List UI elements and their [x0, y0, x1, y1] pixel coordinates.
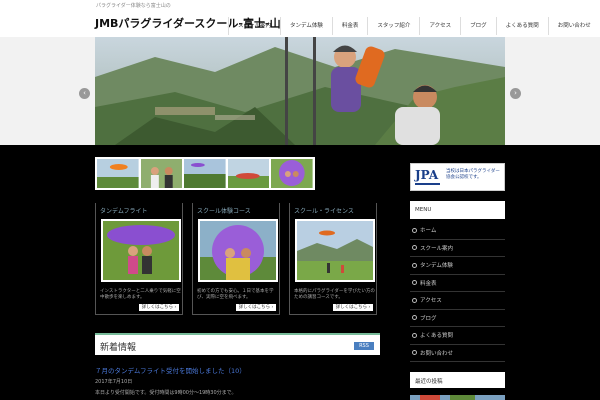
jpa-logo: JPA	[415, 168, 439, 182]
sidebar-menu-item[interactable]: アクセス	[410, 292, 505, 310]
circle-bullet-icon	[412, 262, 417, 268]
sidebar-menu-item[interactable]: よくある質問	[410, 327, 505, 345]
sidebar-menu-label: スクール案内	[420, 245, 454, 252]
thumbnail-strip	[95, 157, 315, 190]
feature-box-license: スクール・ライセンス 本格的にパラグライダーを学びたい方のための講習コースです。…	[289, 203, 377, 315]
nav-item[interactable]: タンデム体験	[280, 17, 332, 35]
circle-bullet-icon	[412, 315, 417, 321]
circle-bullet-icon	[412, 332, 417, 338]
sidebar-menu-item[interactable]: 料金表	[410, 275, 505, 292]
rss-button[interactable]: RSS	[354, 342, 374, 350]
site-header: パラグライダー体験なら富士山の JMBパラグライダースクール-富士-山 スクール…	[0, 0, 600, 37]
circle-bullet-icon	[412, 245, 417, 251]
feature-image[interactable]	[295, 219, 375, 282]
thumbnail-image[interactable]	[271, 159, 313, 188]
sidebar-menu-label: ホーム	[420, 228, 437, 235]
jpa-banner[interactable]: JPA 当校は日本パラグライダー協会公認校です。	[410, 163, 505, 191]
feature-text: 初めての方でも安心。１日で基本を学び、実際に空を飛べます。	[197, 289, 274, 300]
circle-bullet-icon	[412, 297, 417, 303]
sidebar-menu-item[interactable]: ブログ	[410, 310, 505, 327]
thumbnail-image[interactable]	[140, 159, 183, 188]
menu-header: MENU	[410, 201, 505, 219]
sidebar-menu-item[interactable]: ホーム	[410, 222, 505, 240]
feature-title[interactable]: タンデムフライト	[100, 206, 148, 215]
news-post-date: 2017年7月10日	[95, 379, 133, 385]
sidebar-menu-item[interactable]: スクール案内	[410, 240, 505, 257]
jpa-logo-underline	[415, 183, 440, 185]
recent-posts-title: 最近の投稿	[415, 379, 443, 385]
feature-more-button[interactable]: 詳しくはこちら ›	[236, 304, 276, 311]
news-post-excerpt: 本日より受付開始です。受付時間は9時00分～19時30分まで。	[95, 390, 237, 396]
recent-posts-header: 最近の投稿	[410, 372, 505, 388]
site-tagline: パラグライダー体験なら富士山の	[96, 3, 171, 9]
thumbnail-image[interactable]	[184, 159, 226, 188]
thumbnail-image[interactable]	[97, 159, 139, 188]
thumbnail-image[interactable]	[227, 159, 270, 188]
sidebar-menu-item[interactable]: お問い合わせ	[410, 345, 505, 362]
sidebar-menu-label: お問い合わせ	[420, 350, 454, 357]
feature-image[interactable]	[101, 219, 181, 282]
sidebar-menu-label: アクセス	[420, 298, 442, 305]
news-title: 新着情報	[100, 343, 137, 353]
nav-item[interactable]: よくある質問	[495, 17, 548, 35]
sidebar-menu-label: よくある質問	[420, 333, 454, 340]
sidebar-menu: ホーム スクール案内 タンデム体験 料金表 アクセス ブログ よくある質問 お問…	[410, 222, 505, 362]
nav-item[interactable]: ブログ	[460, 17, 496, 35]
sidebar-menu-item[interactable]: タンデム体験	[410, 257, 505, 275]
sidebar-menu-label: タンデム体験	[420, 263, 453, 270]
main-nav: スクール案内 タンデム体験 料金表 スタッフ紹介 アクセス ブログ よくある質問…	[228, 17, 600, 35]
feature-box-tandem: タンデムフライト インストラクターと二人乗りで気軽に空中散歩を楽しめます。 詳し…	[95, 203, 183, 315]
feature-title[interactable]: スクール・ライセンス	[294, 206, 354, 215]
jpa-caption: 当校は日本パラグライダー協会公認校です。	[446, 169, 500, 180]
feature-more-button[interactable]: 詳しくはこちら ›	[333, 304, 373, 311]
feature-box-school: スクール体験コース 初めての方でも安心。１日で基本を学び、実際に空を飛べます。 …	[192, 203, 280, 315]
nav-item[interactable]: お問い合わせ	[547, 17, 600, 35]
sidebar-menu-label: 料金表	[420, 280, 437, 287]
slider-next-arrow[interactable]: ›	[510, 88, 521, 99]
hero-slide-image	[95, 37, 505, 145]
circle-bullet-icon	[412, 350, 417, 356]
slider-prev-arrow[interactable]: ‹	[79, 88, 90, 99]
sidebar-menu-label: ブログ	[420, 315, 437, 322]
feature-text: 本格的にパラグライダーを学びたい方のための講習コースです。	[294, 289, 375, 300]
nav-item[interactable]: アクセス	[419, 17, 460, 35]
menu-title: MENU	[415, 207, 432, 213]
feature-title[interactable]: スクール体験コース	[197, 206, 251, 215]
nav-item[interactable]: 料金表	[331, 17, 368, 35]
feature-text: インストラクターと二人乗りで気軽に空中散歩を楽しめます。	[100, 289, 181, 300]
news-header: 新着情報 RSS	[95, 333, 380, 355]
feature-more-button[interactable]: 詳しくはこちら ›	[139, 304, 179, 311]
nav-item[interactable]: スクール案内	[228, 17, 280, 35]
feature-image[interactable]	[198, 219, 278, 282]
recent-post-thumbnail[interactable]	[410, 390, 505, 400]
nav-item[interactable]: スタッフ紹介	[367, 17, 419, 35]
news-post-link[interactable]: ７月のタンデムフライト受付を開始しました（10）	[95, 365, 246, 375]
circle-bullet-icon	[412, 227, 417, 233]
circle-bullet-icon	[412, 280, 417, 286]
